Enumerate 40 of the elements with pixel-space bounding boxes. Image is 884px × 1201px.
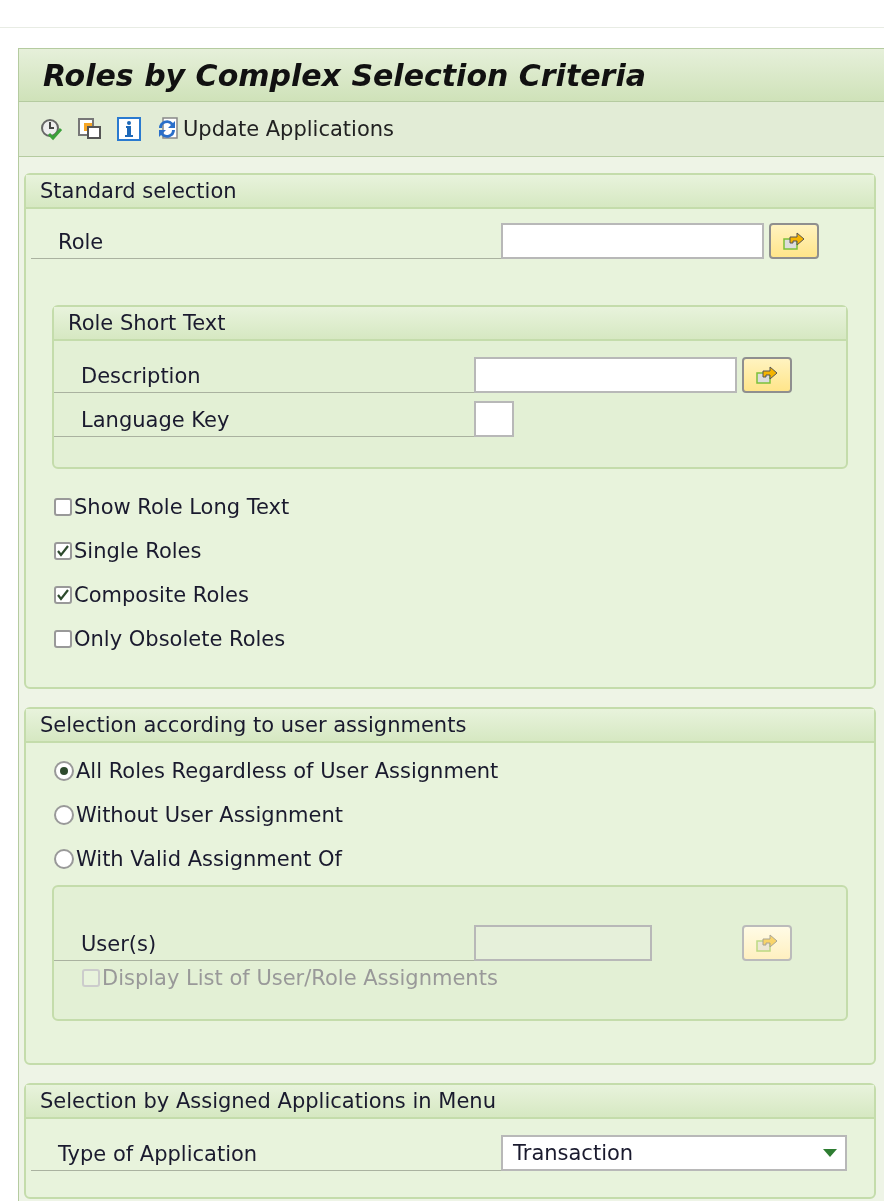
toolbar-button[interactable] <box>117 117 141 141</box>
checkbox[interactable] <box>54 542 72 560</box>
page-title: Roles by Complex Selection Criteria <box>43 57 646 93</box>
radio-label: All Roles Regardless of User Assignment <box>76 759 499 783</box>
info-icon <box>117 117 141 141</box>
value-help-button[interactable] <box>769 223 819 259</box>
checkbox-label: Single Roles <box>74 539 202 563</box>
section-header: Standard selection <box>26 175 874 209</box>
field-label: Type of Application <box>31 1142 501 1171</box>
radio-button[interactable] <box>54 761 74 781</box>
field-label: Language Key <box>54 408 474 437</box>
value-help-button[interactable] <box>742 925 792 961</box>
checkbox-label: Display List of User/Role Assignments <box>102 966 498 990</box>
input-field[interactable] <box>474 401 514 437</box>
radio-label: Without User Assignment <box>76 803 343 827</box>
copy-icon <box>77 117 103 141</box>
field-label: Description <box>54 364 474 393</box>
input-field[interactable] <box>501 223 764 259</box>
radio-button[interactable] <box>54 849 74 869</box>
group-header: Role Short Text <box>54 307 846 341</box>
caret-icon <box>823 1149 837 1157</box>
clock-check-icon <box>39 117 63 141</box>
section-header: Selection according to user assignments <box>26 709 874 743</box>
field-label: Role <box>31 230 501 259</box>
toolbar-button[interactable] <box>77 117 103 141</box>
checkbox[interactable] <box>54 630 72 648</box>
checkbox-label: Only Obsolete Roles <box>74 627 286 651</box>
checkbox[interactable] <box>54 586 72 604</box>
field-label: User(s) <box>54 932 474 961</box>
value-help-button[interactable] <box>742 357 792 393</box>
update-button[interactable]: Update Applications <box>155 116 394 142</box>
checkbox[interactable] <box>54 498 72 516</box>
input-field[interactable] <box>474 357 737 393</box>
dropdown[interactable]: Transaction <box>501 1135 847 1171</box>
toolbar-button[interactable] <box>39 117 63 141</box>
checkbox-label: Composite Roles <box>74 583 249 607</box>
radio-label: With Valid Assignment Of <box>76 847 342 871</box>
section-header: Selection by Assigned Applications in Menu <box>26 1085 874 1119</box>
radio-button[interactable] <box>54 805 74 825</box>
checkbox-label: Show Role Long Text <box>74 495 290 519</box>
